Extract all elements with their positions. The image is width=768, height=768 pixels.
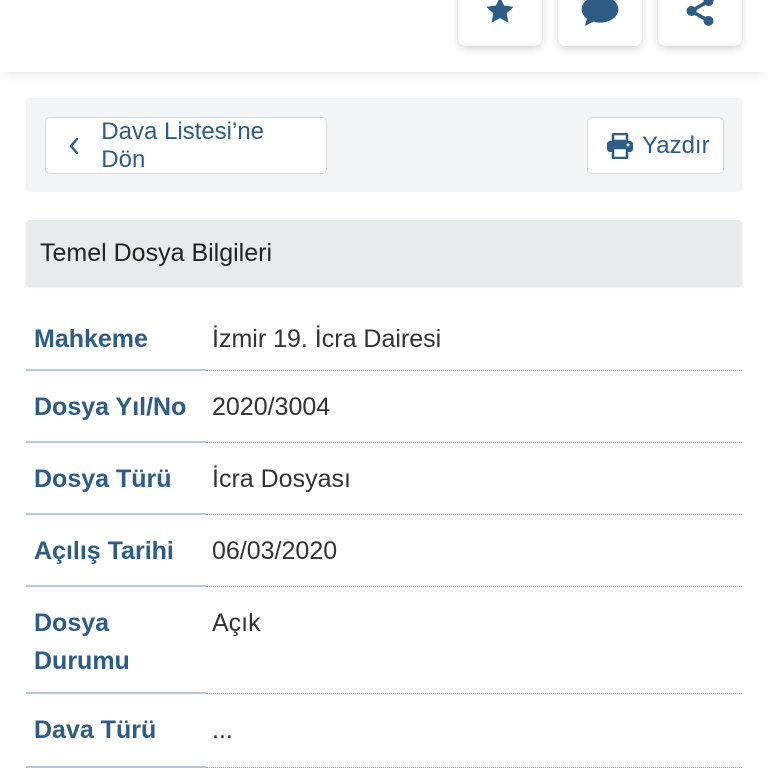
comment-button[interactable] [558, 0, 642, 46]
detail-value: 06/03/2020 [206, 515, 742, 587]
back-button-label: Dava Listesi’ne Dön [101, 117, 265, 173]
back-to-list-button[interactable]: Dava Listesi’ne Dön [45, 117, 327, 174]
detail-value: İzmir 19. İcra Dairesi [206, 304, 742, 371]
detail-row-open-date: Açılış Tarihi 06/03/2020 [26, 515, 742, 587]
detail-key: Açılış Tarihi [26, 515, 206, 587]
navigation-panel: Dava Listesi’ne Dön Yazdır [26, 98, 742, 192]
detail-key: Dosya Türü [26, 443, 206, 515]
detail-row-file-type: Dosya Türü İcra Dosyası [26, 443, 742, 515]
favorite-button[interactable] [458, 0, 542, 46]
detail-row-file-no: Dosya Yıl/No 2020/3004 [26, 371, 742, 443]
detail-key: Dosya Durumu [26, 587, 206, 694]
detail-key: Mahkeme [26, 304, 206, 371]
detail-value: ... [206, 694, 742, 768]
file-details-table: Mahkeme İzmir 19. İcra Dairesi Dosya Yıl… [26, 304, 742, 768]
detail-key: Dosya Yıl/No [26, 371, 206, 443]
comment-icon [581, 0, 619, 26]
section-title: Temel Dosya Bilgileri [40, 238, 273, 267]
detail-value: Açık [206, 587, 742, 694]
detail-row-case-type: Dava Türü ... [26, 694, 742, 768]
detail-value: İcra Dosyası [206, 443, 742, 515]
print-button-label: Yazdır [642, 131, 710, 159]
print-button[interactable]: Yazdır [587, 117, 724, 174]
detail-value: 2020/3004 [206, 371, 742, 443]
detail-key: Dava Türü [26, 694, 206, 768]
detail-row-status: Dosya Durumu Açık [26, 587, 742, 694]
share-button[interactable] [658, 0, 742, 46]
chevron-left-icon [46, 137, 101, 155]
share-icon [686, 0, 714, 26]
star-icon [486, 0, 514, 23]
section-header: Temel Dosya Bilgileri [26, 220, 742, 286]
detail-row-court: Mahkeme İzmir 19. İcra Dairesi [26, 304, 742, 371]
top-toolbar [0, 0, 768, 72]
printer-icon [606, 132, 634, 159]
